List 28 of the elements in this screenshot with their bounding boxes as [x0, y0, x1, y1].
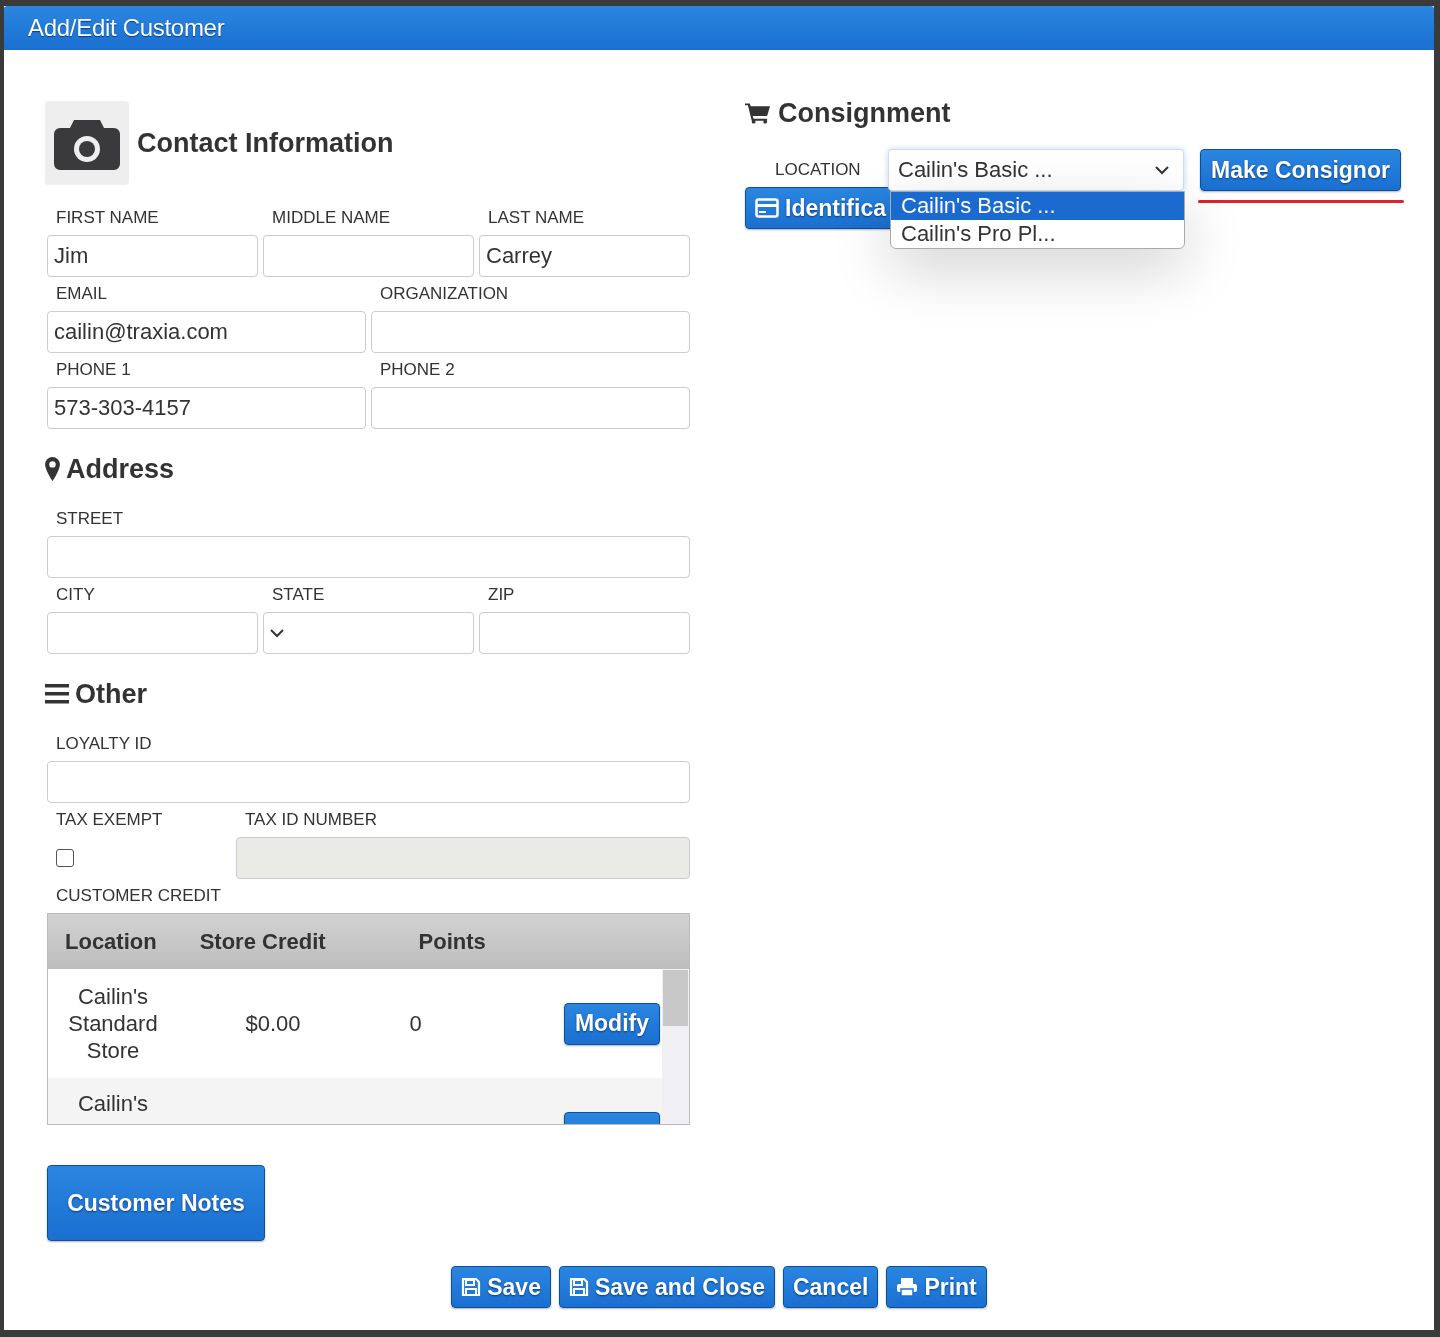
- field-label: PHONE 1: [55, 361, 132, 378]
- field-label: ORGANIZATION: [379, 285, 510, 302]
- column-header: Points: [418, 928, 486, 955]
- table-cell-text: Cailin's: [76, 1090, 150, 1117]
- column-header: Store Credit: [199, 928, 326, 955]
- field-label: TAX ID NUMBER: [244, 811, 378, 828]
- dialog-title: Add/Edit Customer: [28, 14, 225, 42]
- field-label: EMAIL: [55, 285, 109, 302]
- table-cell-text: 0: [408, 1010, 423, 1037]
- section-heading: Contact Information: [137, 127, 394, 159]
- section-heading: Address: [66, 453, 175, 485]
- field-label: CUSTOMER CREDIT: [55, 887, 222, 904]
- column-header: Location: [65, 928, 157, 955]
- field-label: TAX EXEMPT: [55, 811, 164, 828]
- field-label: LOCATION: [774, 161, 862, 178]
- field-label: STREET: [55, 510, 125, 527]
- field-label: PHONE 2: [379, 361, 456, 378]
- field-label: LAST NAME: [487, 209, 586, 226]
- field-label: MIDDLE NAME: [271, 209, 392, 226]
- field-label: ZIP: [487, 586, 516, 603]
- field-label: LOYALTY ID: [55, 735, 153, 752]
- table-cell-text: Cailin's Standard Store: [67, 983, 159, 1064]
- field-label: FIRST NAME: [55, 209, 160, 226]
- table-cell-text: $0.00: [244, 1010, 302, 1037]
- section-heading: Consignment: [778, 97, 951, 129]
- field-label: STATE: [271, 586, 326, 603]
- section-heading: Other: [75, 678, 147, 710]
- field-label: CITY: [55, 586, 96, 603]
